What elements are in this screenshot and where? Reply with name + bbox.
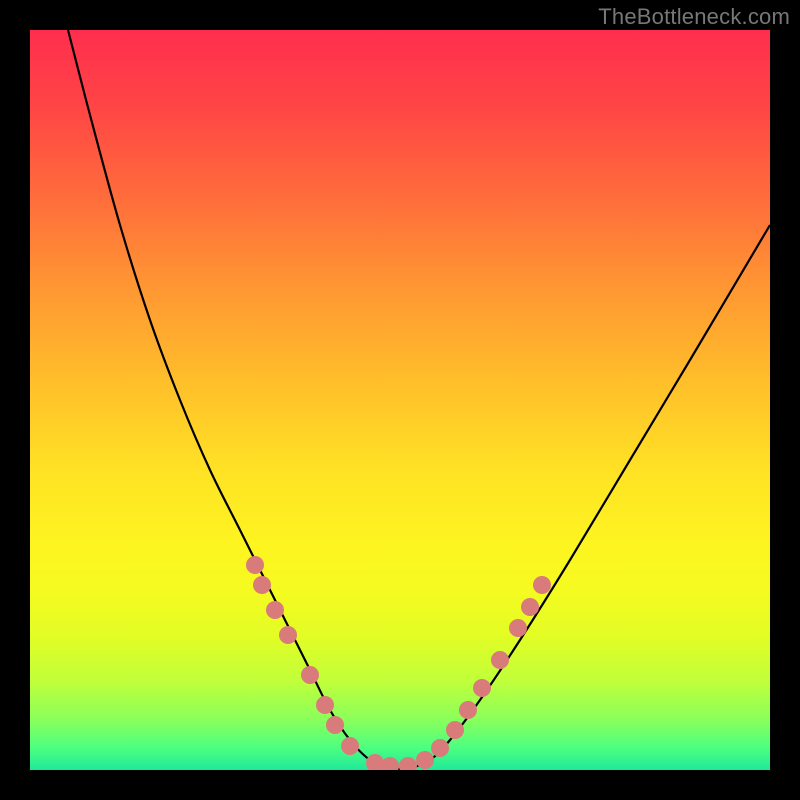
highlight-dot [316, 696, 334, 714]
highlight-dot [326, 716, 344, 734]
curve-svg [30, 30, 770, 770]
highlight-dot [459, 701, 477, 719]
highlight-dot [473, 679, 491, 697]
figure-frame: TheBottleneck.com [0, 0, 800, 800]
plot-area [30, 30, 770, 770]
highlight-dot [279, 626, 297, 644]
highlight-dot [446, 721, 464, 739]
highlight-dot [491, 651, 509, 669]
dots-group [246, 556, 551, 770]
highlight-dot [253, 576, 271, 594]
highlight-dot [301, 666, 319, 684]
highlight-dot [521, 598, 539, 616]
bottleneck-curve [68, 30, 770, 769]
highlight-dot [341, 737, 359, 755]
highlight-dot [431, 739, 449, 757]
highlight-dot [416, 751, 434, 769]
highlight-dot [533, 576, 551, 594]
highlight-dot [509, 619, 527, 637]
watermark-text: TheBottleneck.com [598, 4, 790, 30]
highlight-dot [399, 757, 417, 770]
highlight-dot [381, 757, 399, 770]
highlight-dot [246, 556, 264, 574]
highlight-dot [266, 601, 284, 619]
